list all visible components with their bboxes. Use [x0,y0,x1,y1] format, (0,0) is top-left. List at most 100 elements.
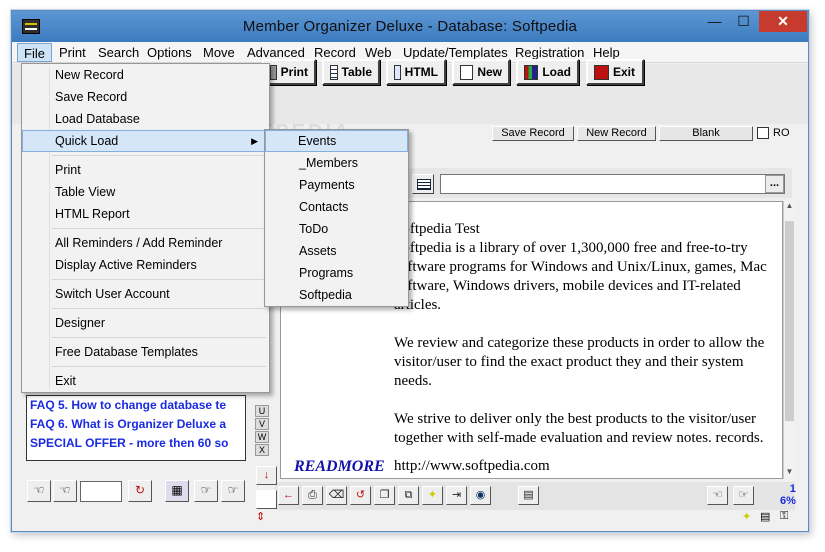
menu-search[interactable]: Search [92,43,145,62]
print-button-label: Print [280,65,308,79]
quick-load-submenu: Events _Members Payments Contacts ToDo A… [264,129,409,307]
load-button[interactable]: Load [516,59,579,85]
alpha-index-x[interactable]: X [255,444,269,456]
table-icon [330,64,338,80]
blank-button[interactable]: Blank [659,126,753,141]
table-button[interactable]: Table [322,59,380,85]
field-format-button[interactable] [412,174,434,194]
exit-button-label: Exit [613,65,636,79]
memo-paragraph-2: We review and categorize these products … [394,335,765,389]
alpha-index-v[interactable]: V [255,418,269,430]
quick-load-softpedia[interactable]: Softpedia [265,284,408,306]
html-button-label: HTML [404,65,438,79]
document-scrollbar[interactable]: ▲ ▼ [783,201,794,479]
next-page-icon[interactable]: ☞ [733,486,754,505]
html-button[interactable]: HTML [386,59,446,85]
print-button[interactable]: Print [262,59,316,85]
menu-separator [22,225,269,232]
file-menu-save-record[interactable]: Save Record [22,86,269,108]
field-browse-button[interactable]: ... [765,175,784,193]
url-link[interactable]: http://www.softpedia.com [394,458,550,475]
alpha-index-u[interactable]: U [255,405,269,417]
last-record-icon[interactable]: ☞ [221,480,245,502]
first-record-icon[interactable]: ☜ [27,480,51,502]
submenu-arrow-icon: ▶ [251,136,258,146]
menu-separator [22,334,269,341]
list-item[interactable]: FAQ 5. How to change database te [27,396,245,415]
file-menu-free-templates[interactable]: Free Database Templates [22,341,269,363]
quick-load-todo[interactable]: ToDo [265,218,408,240]
quick-load-events[interactable]: Events [265,130,408,152]
export-icon[interactable]: ⇥ [446,486,467,505]
file-menu-table-view[interactable]: Table View [22,181,269,203]
updown-arrow-icon[interactable]: ⇕ [256,510,270,524]
alpha-index-w[interactable]: W [255,431,269,443]
title-bar[interactable]: Member Organizer Deluxe - Database: Soft… [12,11,808,42]
quick-load-label: Quick Load [55,134,119,148]
memo-paragraph-1: Softpedia Test Softpedia is a library of … [394,220,779,315]
idea-bulb-icon[interactable]: ✦ [422,486,443,505]
menu-file[interactable]: File [17,43,52,62]
previous-record-icon[interactable]: ☜ [53,480,77,502]
record-number-input[interactable] [80,481,122,502]
globe-icon[interactable]: ◉ [470,486,491,505]
page-number: 1 [789,483,796,495]
new-record-button[interactable]: New Record [577,126,656,141]
list-item[interactable]: SPECIAL OFFER - more then 60 so [27,434,245,453]
file-menu-exit[interactable]: Exit [22,370,269,392]
file-menu-new-record[interactable]: New Record [22,64,269,86]
quick-load-members[interactable]: _Members [265,152,408,174]
read-only-label: RO [773,127,790,139]
menu-options[interactable]: Options [141,43,198,62]
print-icon[interactable]: ⎙ [302,486,323,505]
file-menu-html-report[interactable]: HTML Report [22,203,269,225]
record-list[interactable]: FAQ 5. How to change database te FAQ 6. … [26,395,246,461]
page-indicator: 1 6% [780,483,796,507]
report-icon[interactable]: ▤ [518,486,539,505]
file-menu-display-reminders[interactable]: Display Active Reminders [22,254,269,276]
file-menu-quick-load[interactable]: Quick Load ▶ [22,130,269,152]
quick-load-assets[interactable]: Assets [265,240,408,262]
status-bulb-icon: ✦ [742,511,752,523]
alphabet-index: U V W X [255,405,271,457]
read-only-checkbox[interactable] [757,127,769,139]
memo-text: Softpedia Test Softpedia is a library of … [394,220,779,467]
duplicate-icon[interactable]: ⧉ [398,486,419,505]
quick-load-programs[interactable]: Programs [265,262,408,284]
copy-record-icon[interactable]: ❐ [374,486,395,505]
load-chart-icon [524,64,539,80]
file-menu-print[interactable]: Print [22,159,269,181]
status-pages-icon: ▤ [760,511,771,523]
page-percent: 6% [780,495,796,507]
quick-load-payments[interactable]: Payments [265,174,408,196]
menu-move[interactable]: Move [197,43,241,62]
menu-print[interactable]: Print [53,43,92,62]
file-menu-all-reminders[interactable]: All Reminders / Add Reminder [22,232,269,254]
select-checkbox[interactable] [256,490,277,509]
scroll-thumb[interactable] [785,221,794,421]
close-button[interactable]: ✕ [759,11,807,32]
maximize-button[interactable]: ☐ [729,11,758,32]
list-item[interactable]: FAQ 6. What is Organizer Deluxe a [27,415,245,434]
back-arrow-icon[interactable]: ← [278,486,299,505]
save-record-button[interactable]: Save Record [492,126,574,141]
scroll-down-icon[interactable]: ▼ [784,467,795,479]
file-menu-switch-user[interactable]: Switch User Account [22,283,269,305]
file-menu-load-database[interactable]: Load Database [22,108,269,130]
undo-icon[interactable]: ↺ [350,486,371,505]
minimize-button[interactable]: — [700,11,729,32]
trash-icon[interactable]: ⌫ [326,486,347,505]
colors-icon[interactable]: ▦ [165,480,189,502]
record-title-field[interactable] [440,174,785,194]
exit-button[interactable]: Exit [586,59,644,85]
down-arrow-icon[interactable]: ↓ [256,466,277,485]
prev-page-icon[interactable]: ☜ [707,486,728,505]
file-menu-designer[interactable]: Designer [22,312,269,334]
next-record-icon[interactable]: ☞ [194,480,218,502]
readmore-link[interactable]: READMORE [294,458,385,476]
new-button[interactable]: New [452,59,510,85]
exit-door-icon [594,64,609,80]
refresh-icon[interactable]: ↻ [128,480,152,502]
quick-load-contacts[interactable]: Contacts [265,196,408,218]
scroll-up-icon[interactable]: ▲ [784,201,795,213]
